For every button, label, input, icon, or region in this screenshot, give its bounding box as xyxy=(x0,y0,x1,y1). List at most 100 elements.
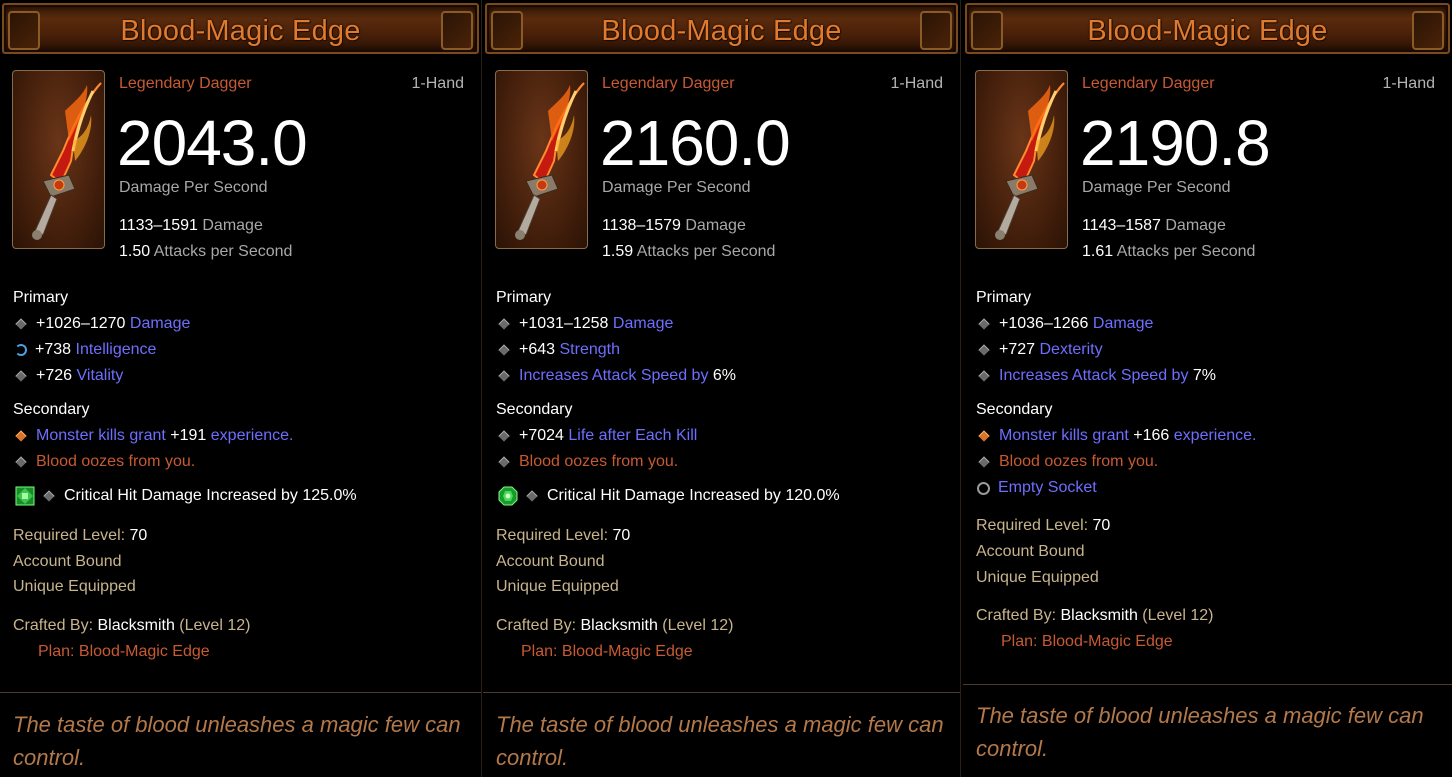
diamond-icon xyxy=(978,370,990,382)
required-level: Required Level: 70 xyxy=(976,517,1111,534)
required-level: Required Level: 70 xyxy=(13,527,148,544)
swirl-icon xyxy=(15,344,27,356)
aps-label: Attacks per Second xyxy=(636,243,776,260)
title-banner: Blood-Magic Edge xyxy=(2,3,479,54)
aps-line: 1.50 Attacks per Second xyxy=(119,243,292,261)
primary-label: Primary xyxy=(13,289,69,306)
unique-equipped: Unique Equipped xyxy=(496,578,619,595)
item-title: Blood-Magic Edge xyxy=(601,15,842,47)
item-title: Blood-Magic Edge xyxy=(1087,15,1328,47)
divider xyxy=(0,692,481,693)
damage-label: Damage xyxy=(202,217,263,234)
damage-range: 1143–1587 xyxy=(1082,217,1161,234)
dps-label: Damage Per Second xyxy=(602,179,751,196)
diamond-icon xyxy=(43,490,55,502)
primary-stat: +738 Intelligence xyxy=(13,341,156,359)
secondary-stat: Blood oozes from you. xyxy=(976,453,1158,471)
flavor-text: The taste of blood unleashes a magic few… xyxy=(13,712,461,770)
primary-stat: Increases Attack Speed by 7% xyxy=(976,367,1216,385)
hand-type: 1-Hand xyxy=(1382,75,1435,92)
diamond-icon xyxy=(526,490,538,502)
item-type: Legendary Dagger xyxy=(1082,75,1215,92)
orange-diamond-icon xyxy=(978,430,990,442)
primary-stat: +727 Dexterity xyxy=(976,341,1103,359)
diamond-icon xyxy=(15,318,27,330)
gem-socket-line: Critical Hit Damage Increased by 120.0% xyxy=(496,486,840,506)
secondary-stat: Monster kills grant +166 experience. xyxy=(976,427,1257,445)
secondary-label: Secondary xyxy=(13,401,90,418)
plan-name: Plan: Blood-Magic Edge xyxy=(521,643,693,660)
hand-type: 1-Hand xyxy=(890,75,943,92)
emerald-square-gem-icon xyxy=(15,486,35,506)
divider xyxy=(483,692,960,693)
emerald-round-gem-icon xyxy=(498,486,518,506)
aps-value: 1.61 xyxy=(1082,243,1114,260)
dps-value: 2160.0 xyxy=(600,107,791,179)
aps-label: Attacks per Second xyxy=(1116,243,1256,260)
primary-stat: +1036–1266 Damage xyxy=(976,315,1153,333)
diamond-icon xyxy=(498,370,510,382)
diamond-icon xyxy=(15,456,27,468)
secondary-label: Secondary xyxy=(976,401,1053,418)
flavor-text: The taste of blood unleashes a magic few… xyxy=(496,712,944,770)
title-banner: Blood-Magic Edge xyxy=(965,3,1450,54)
aps-value: 1.59 xyxy=(602,243,634,260)
dagger-icon xyxy=(975,70,1068,249)
item-type: Legendary Dagger xyxy=(602,75,735,92)
dagger-icon xyxy=(12,70,105,249)
aps-label: Attacks per Second xyxy=(153,243,293,260)
secondary-stat: Blood oozes from you. xyxy=(496,453,678,471)
primary-stat: +643 Strength xyxy=(496,341,620,359)
dps-value: 2190.8 xyxy=(1080,107,1271,179)
primary-stat: +726 Vitality xyxy=(13,367,123,385)
diamond-icon xyxy=(978,456,990,468)
damage-line: 1138–1579 Damage xyxy=(602,217,746,235)
secondary-stat: Blood oozes from you. xyxy=(13,453,195,471)
damage-range: 1138–1579 xyxy=(602,217,681,234)
primary-label: Primary xyxy=(976,289,1032,306)
aps-line: 1.61 Attacks per Second xyxy=(1082,243,1255,261)
damage-line: 1143–1587 Damage xyxy=(1082,217,1226,235)
dps-label: Damage Per Second xyxy=(1082,179,1231,196)
dps-label: Damage Per Second xyxy=(119,179,268,196)
flavor-text: The taste of blood unleashes a magic few… xyxy=(976,703,1424,761)
item-tooltip-3: Blood-Magic Edge Legendary Dagger 1-Hand… xyxy=(963,0,1452,777)
empty-socket-icon xyxy=(977,481,990,495)
diamond-icon xyxy=(978,318,990,330)
diamond-icon xyxy=(978,344,990,356)
primary-stat: Increases Attack Speed by 6% xyxy=(496,367,736,385)
plan-name: Plan: Blood-Magic Edge xyxy=(1001,633,1173,650)
diamond-icon xyxy=(498,456,510,468)
hand-type: 1-Hand xyxy=(411,75,464,92)
primary-stat: +1026–1270 Damage xyxy=(13,315,190,333)
crafted-by: Crafted By: Blacksmith (Level 12) xyxy=(496,617,734,634)
unique-equipped: Unique Equipped xyxy=(13,578,136,595)
secondary-stat: Monster kills grant +191 experience. xyxy=(13,427,294,445)
dagger-icon xyxy=(495,70,588,249)
account-bound: Account Bound xyxy=(13,553,122,570)
title-banner: Blood-Magic Edge xyxy=(485,3,958,54)
account-bound: Account Bound xyxy=(496,553,605,570)
required-level: Required Level: 70 xyxy=(496,527,631,544)
diamond-icon xyxy=(498,430,510,442)
diamond-icon xyxy=(498,318,510,330)
orange-diamond-icon xyxy=(15,430,27,442)
aps-value: 1.50 xyxy=(119,243,151,260)
item-title: Blood-Magic Edge xyxy=(120,15,361,47)
primary-stat: +1031–1258 Damage xyxy=(496,315,673,333)
diamond-icon xyxy=(15,370,27,382)
damage-range: 1133–1591 xyxy=(119,217,198,234)
dps-value: 2043.0 xyxy=(117,107,308,179)
crafted-by: Crafted By: Blacksmith (Level 12) xyxy=(13,617,251,634)
crafted-by: Crafted By: Blacksmith (Level 12) xyxy=(976,607,1214,624)
aps-line: 1.59 Attacks per Second xyxy=(602,243,775,261)
diamond-icon xyxy=(498,344,510,356)
unique-equipped: Unique Equipped xyxy=(976,569,1099,586)
damage-label: Damage xyxy=(1165,217,1226,234)
secondary-stat: +7024 Life after Each Kill xyxy=(496,427,697,445)
item-tooltip-1: Blood-Magic Edge Legendary Dagger 1-Hand… xyxy=(0,0,482,777)
plan-name: Plan: Blood-Magic Edge xyxy=(38,643,210,660)
damage-label: Damage xyxy=(685,217,746,234)
secondary-label: Secondary xyxy=(496,401,573,418)
primary-label: Primary xyxy=(496,289,552,306)
